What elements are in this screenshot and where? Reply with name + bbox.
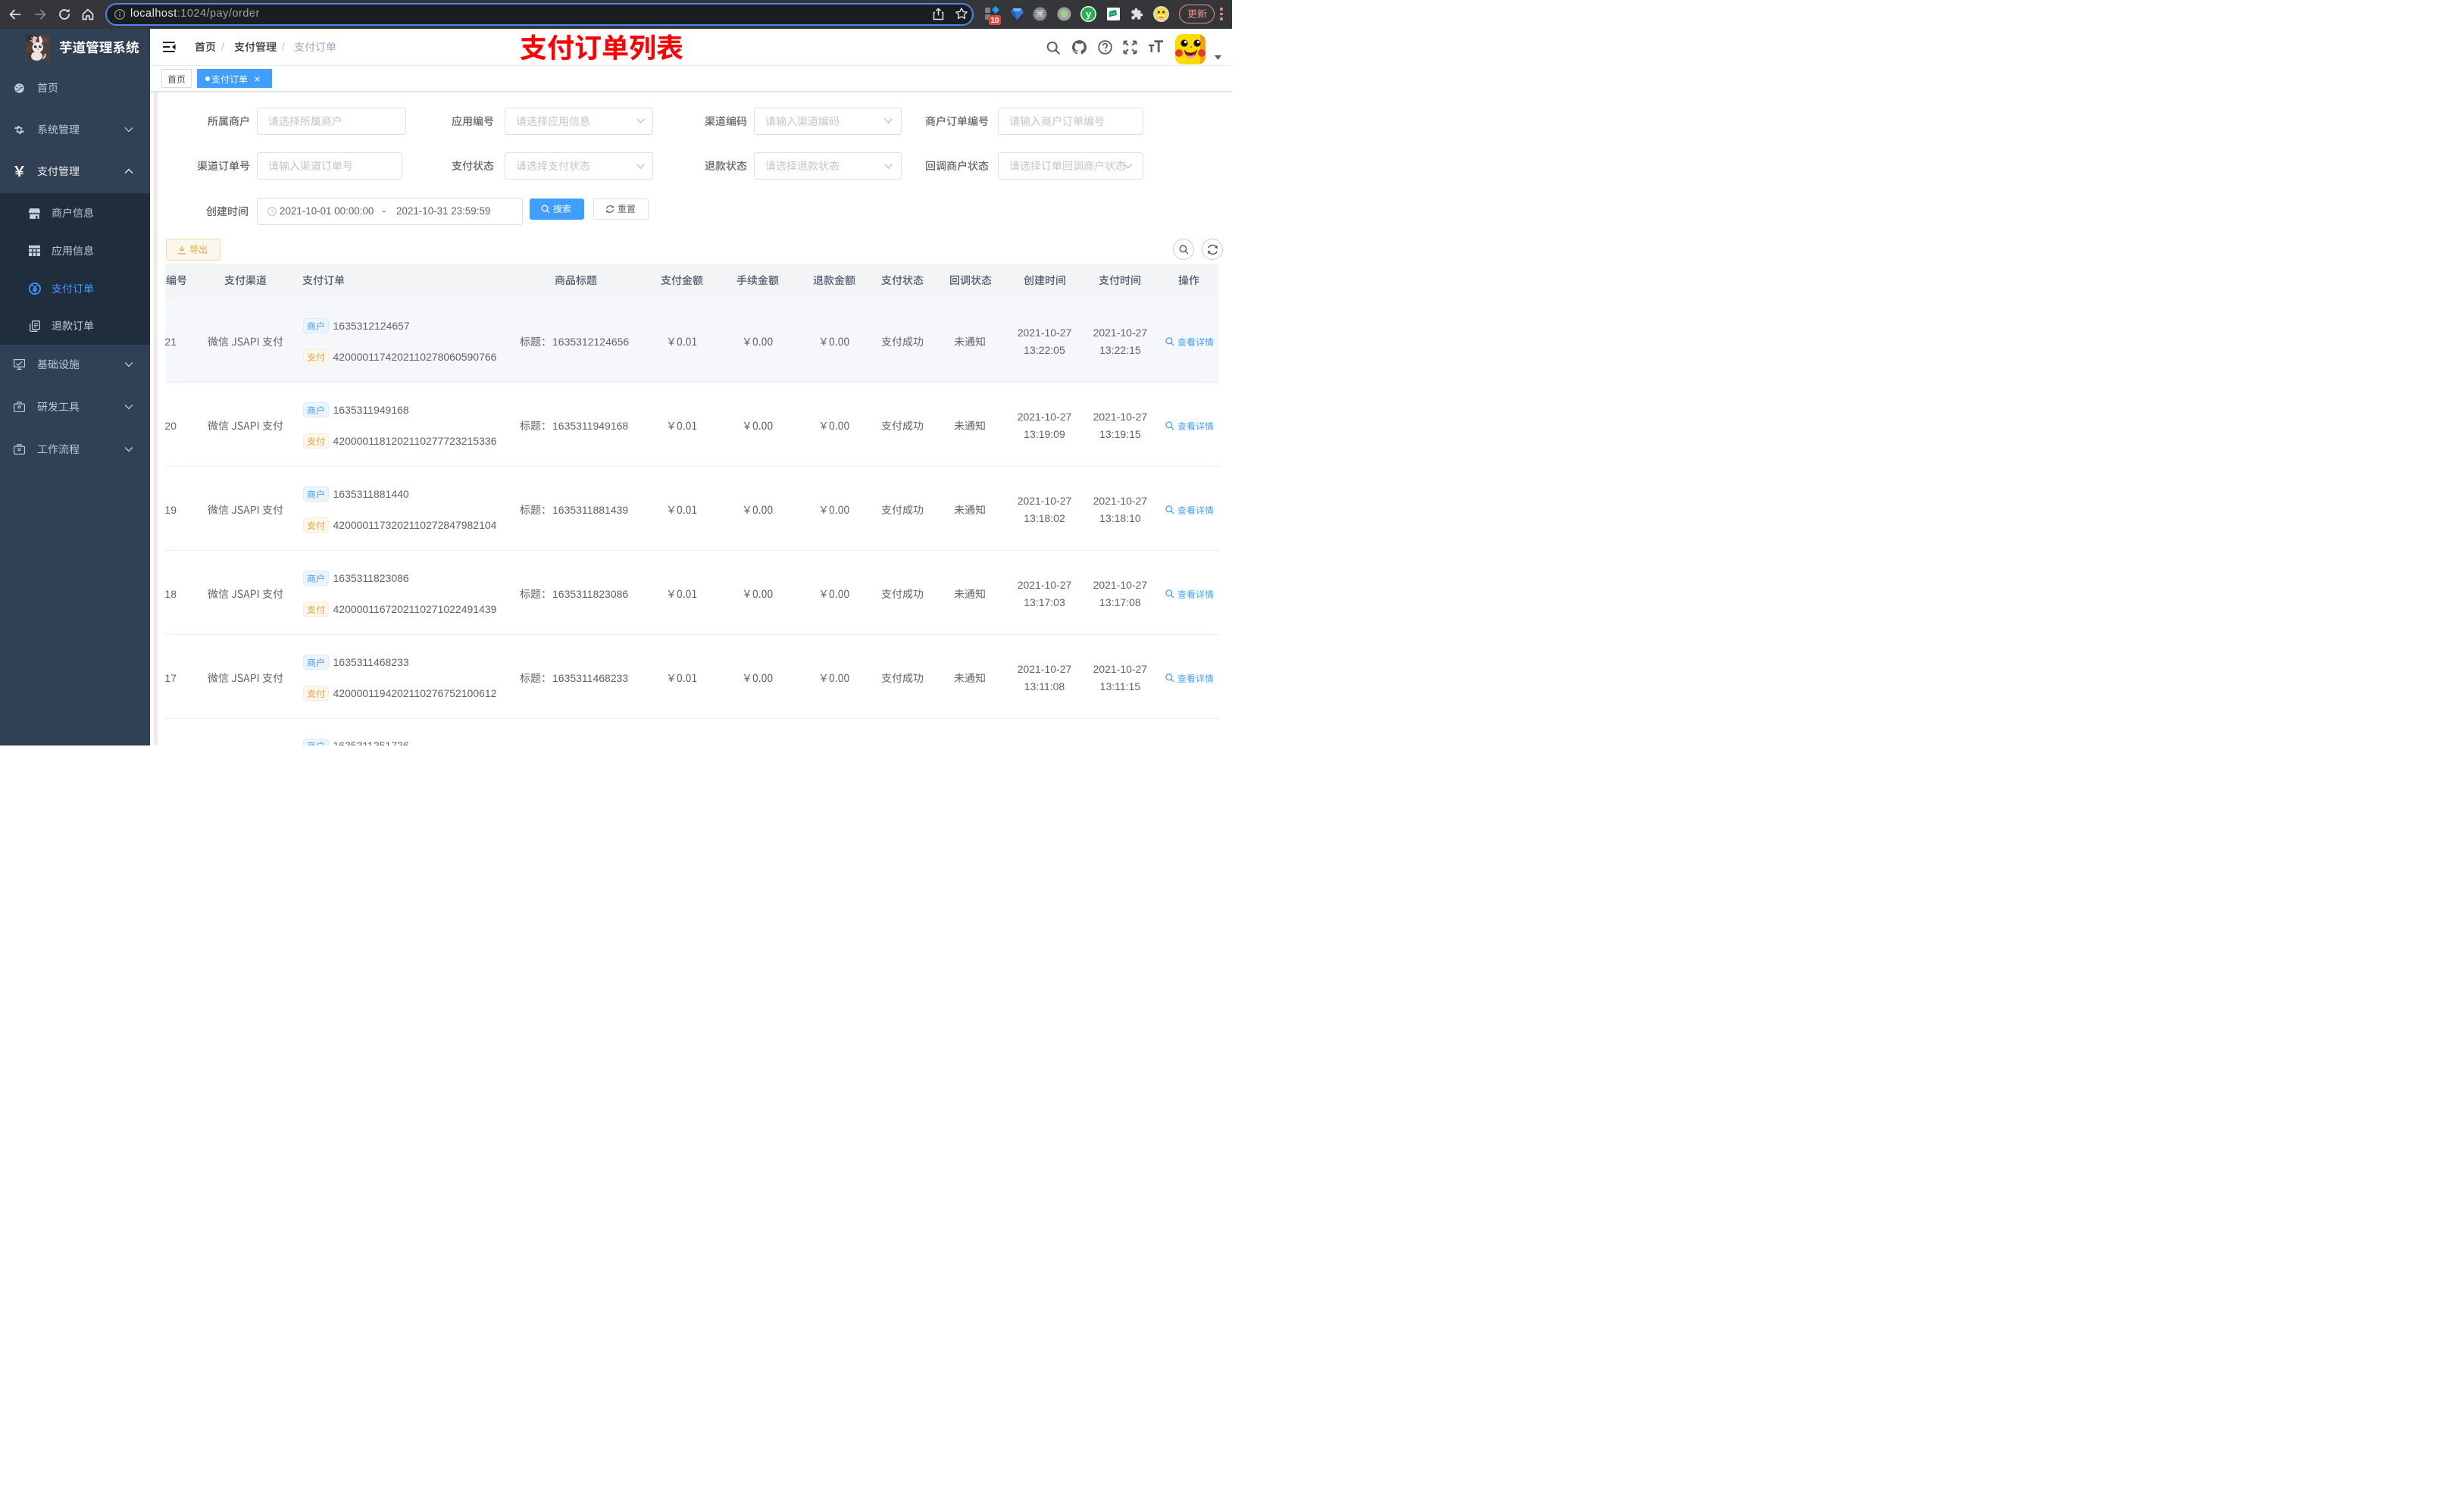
svg-text:⌘: ⌘ (1036, 9, 1045, 20)
svg-text:10: 10 (990, 17, 999, 25)
svg-text:y: y (1086, 8, 1092, 20)
